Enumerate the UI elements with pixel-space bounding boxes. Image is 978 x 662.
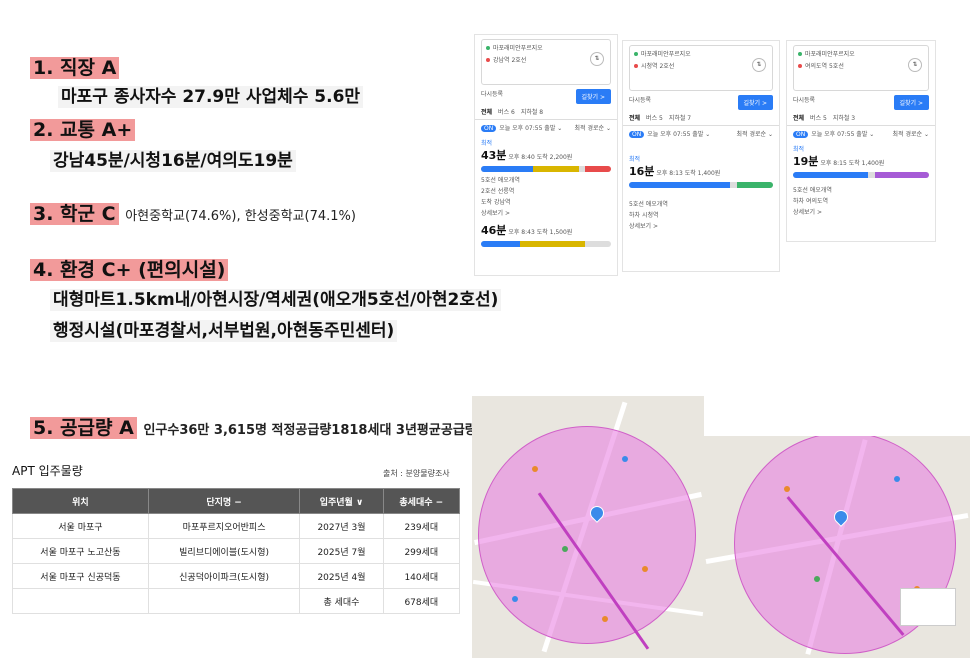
depart-time-select[interactable]: 오늘 오후 07:55 출발 ⌄ [811,131,874,138]
route-search-box[interactable]: 마포래미안푸르지오 강남역 2호선 ⇅ [481,39,611,85]
reset-button[interactable]: 다시등록 [793,97,815,104]
map-legend [900,588,956,626]
detail-link[interactable]: 상세보기 > [793,208,929,217]
tab-bus[interactable]: 버스 5 [646,115,663,122]
depart-toggle[interactable]: ON [481,125,497,132]
section3-detail: 아현중학교(74.6%), 한성중학교(74.1%) [125,209,356,224]
tab-all[interactable]: 전체 [793,115,804,122]
radius-circle [478,426,696,644]
tab-bus[interactable]: 버스 6 [498,109,515,116]
find-route-button[interactable]: 길찾기 > [575,89,611,104]
route-panel-gangnam: 마포래미안푸르지오 강남역 2호선 ⇅ 다시등록 길찾기 > 전체 버스 6 지하철 … [474,34,618,276]
apt-table: 위치 단지명 − 입주년월 ∨ 총세대수 − 서울 마포구 마포푸르지오어반피스 2… [12,488,461,614]
route-tabs: 전체 버스 6 지하철 8 [475,107,617,120]
route-option[interactable]: 46분 오후 8:43 도착 1,500원 [481,222,611,247]
apt-title: APT 입주물량 [12,464,83,478]
depart-toggle[interactable]: ON [793,131,809,138]
section4-title: 4. 환경 C+ (편의시설) [30,258,229,282]
tab-subway[interactable]: 지하철 3 [833,115,855,122]
apt-source: 출처 : 분양물량조사 [383,469,450,478]
route-panel-cityhall: 마포래미안푸르지오 시청역 2호선 ⇅ 다시등록 길찾기 > 전체 버스 5 지하철 … [622,40,780,272]
find-route-button[interactable]: 길찾기 > [893,95,929,110]
depart-time-select[interactable]: 오늘 오후 07:55 출발 ⌄ [499,125,562,132]
map-radius-left[interactable] [472,396,704,658]
tab-all[interactable]: 전체 [629,115,640,122]
section1-title: 1. 직장 A [30,56,120,80]
sort-select[interactable]: 최적 경로순 ⌄ [575,124,611,134]
tab-bus[interactable]: 버스 5 [810,115,827,122]
route-search-box[interactable]: 마포래미안푸르지오 여의도역 5호선 ⇅ [793,45,929,91]
table-row: 서울 마포구 마포푸르지오어반피스 2027년 3월 239세대 [12,513,461,539]
find-route-button[interactable]: 길찾기 > [737,95,773,110]
depart-time-select[interactable]: 오늘 오후 07:55 출발 ⌄ [647,131,710,138]
table-row: 서울 마포구 노고산동 빌리브디에이블(도시형) 2025년 7월 299세대 [12,538,461,564]
reset-button[interactable]: 다시등록 [481,91,503,98]
route-panel-yeouido: 마포래미안푸르지오 여의도역 5호선 ⇅ 다시등록 길찾기 > 전체 버스 5 지하철… [786,40,936,242]
section1-line: 마포구 종사자수 27.9만 사업체수 5.6만 [58,86,364,108]
route-option[interactable]: 최적 19분 오후 8:15 도착 1,400원 [793,144,929,178]
detail-link[interactable]: 상세보기 > [481,209,611,218]
route-search-box[interactable]: 마포래미안푸르지오 시청역 2호선 ⇅ [629,45,773,91]
tab-subway[interactable]: 지하철 8 [521,109,543,116]
route-option[interactable]: 최적 43분 오후 8:40 도착 2,200원 [481,138,611,172]
section4-line1: 대형마트1.5km내/아현시장/역세권(애오개5호선/아현2호선) [50,289,502,311]
tab-all[interactable]: 전체 [481,109,492,116]
section2-title: 2. 교통 A+ [30,118,136,142]
depart-toggle[interactable]: ON [629,131,645,138]
section4-line2: 행정시설(마포경찰서,서부법원,아현동주민센터) [50,320,398,342]
col-location[interactable]: 위치 [12,488,149,514]
swap-icon[interactable]: ⇅ [590,52,604,66]
section2-line: 강남45분/시청16분/여의도19분 [50,150,296,172]
col-units[interactable]: 총세대수 − [382,488,461,514]
sort-select[interactable]: 최적 경로순 ⌄ [893,130,929,140]
swap-icon[interactable]: ⇅ [752,58,766,72]
section3-title: 3. 학군 C 아현중학교(74.6%), 한성중학교(74.1%) [30,202,356,229]
table-row: 서울 마포구 신공덕동 신공덕아이파크(도시형) 2025년 4월 140세대 [12,563,461,589]
route-option[interactable]: 최적 16분 오후 8:13 도착 1,400원 [629,154,773,188]
col-complex[interactable]: 단지명 − [147,488,301,514]
col-move-in[interactable]: 입주년월 ∨ [299,488,384,514]
reset-button[interactable]: 다시등록 [629,97,651,104]
table-total-row: 총 세대수 678세대 [12,588,461,614]
map-radius-right[interactable] [704,436,970,658]
swap-icon[interactable]: ⇅ [908,58,922,72]
detail-link[interactable]: 상세보기 > [629,222,773,231]
tab-subway[interactable]: 지하철 7 [669,115,691,122]
sort-select[interactable]: 최적 경로순 ⌄ [737,130,773,140]
